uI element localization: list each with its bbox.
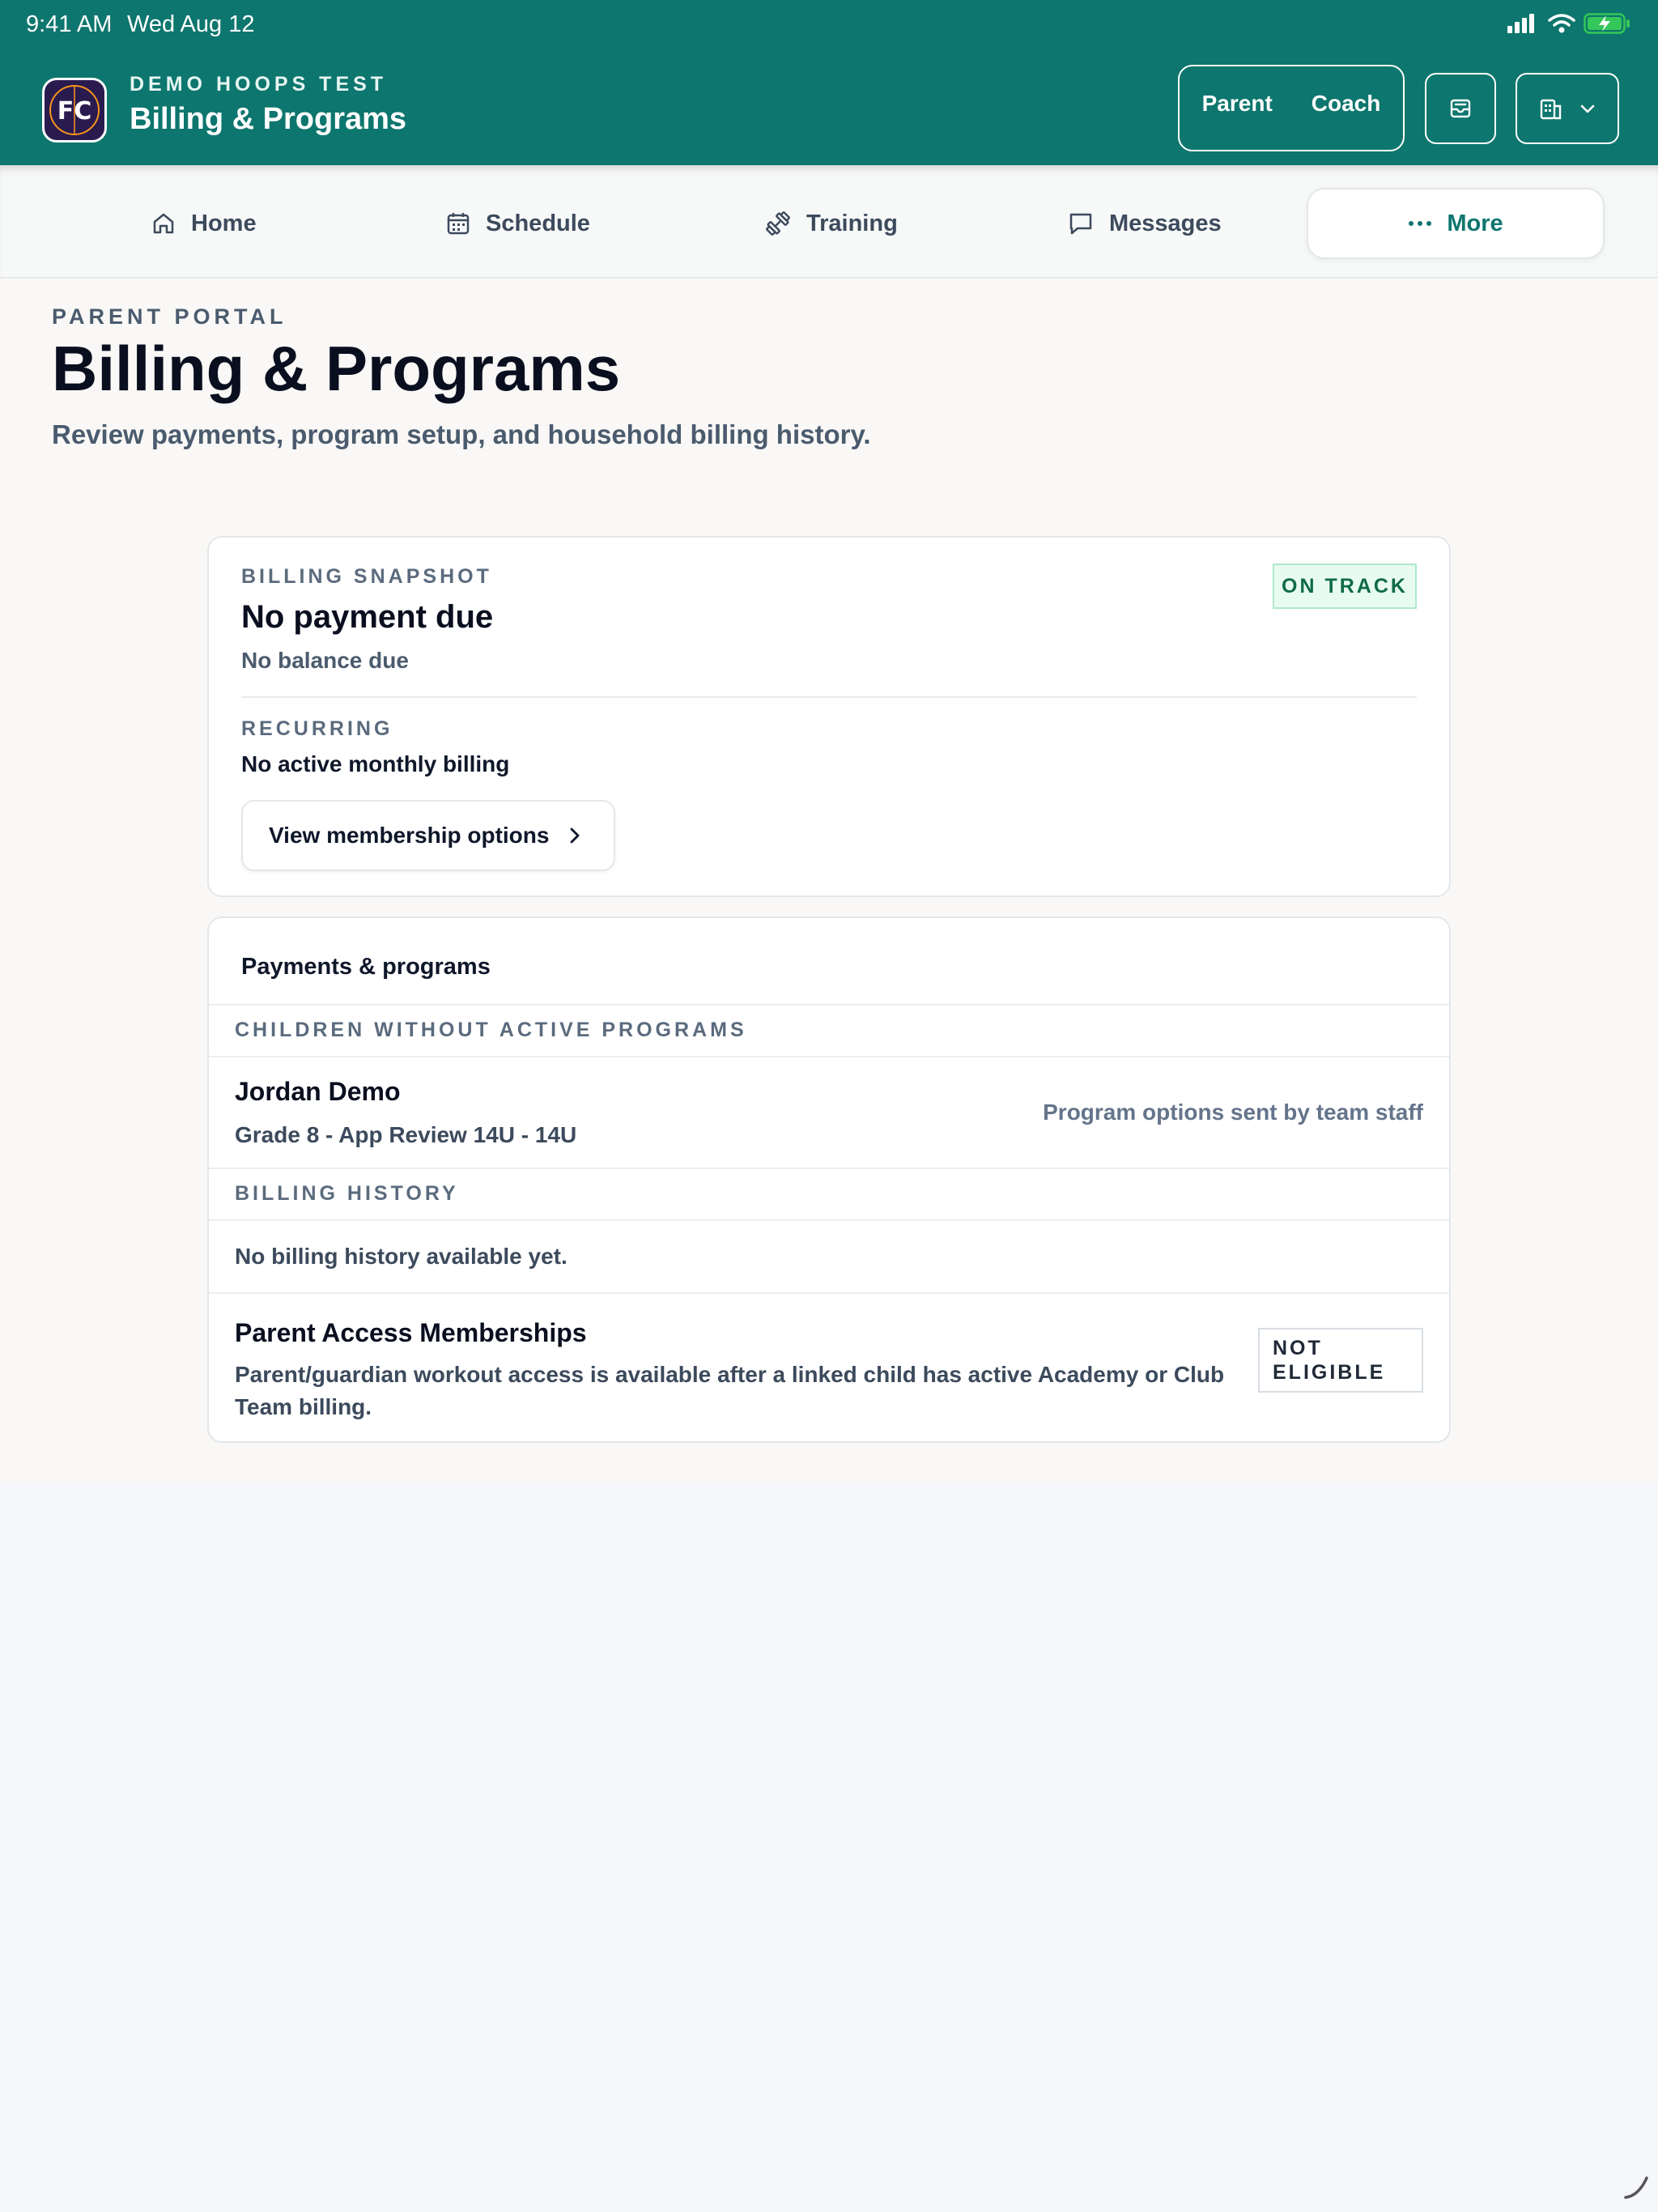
nav-item-more[interactable]: More bbox=[1307, 188, 1605, 259]
more-icon bbox=[1409, 221, 1432, 226]
nav-item-home-label: Home bbox=[191, 210, 257, 236]
recurring-label: RECURRING bbox=[241, 717, 393, 740]
wifi-icon bbox=[1548, 14, 1575, 33]
home-icon bbox=[153, 213, 174, 234]
billing-history-empty: No billing history available yet. bbox=[235, 1244, 568, 1269]
header-title: Billing & Programs bbox=[130, 102, 407, 136]
payments-programs-title: Payments & programs bbox=[241, 954, 491, 980]
recurring-value: No active monthly billing bbox=[241, 751, 510, 776]
row-divider bbox=[209, 1004, 1449, 1006]
page-eyebrow: PARENT PORTAL bbox=[52, 304, 287, 329]
inbox-icon bbox=[1450, 99, 1471, 118]
dumbbell-icon bbox=[766, 211, 790, 236]
row-divider bbox=[209, 1292, 1449, 1294]
view-membership-options-button[interactable]: View membership options bbox=[241, 800, 615, 871]
nav-item-home[interactable]: Home bbox=[151, 188, 257, 259]
club-logo-icon: FC bbox=[49, 85, 100, 135]
parent-memberships-title: Parent Access Memberships bbox=[235, 1318, 587, 1347]
role-parent-button[interactable]: Parent bbox=[1202, 91, 1273, 117]
nav-item-training[interactable]: Training bbox=[764, 188, 898, 259]
inbox-button[interactable] bbox=[1425, 73, 1496, 144]
child-program-note: Program options sent by team staff bbox=[1043, 1100, 1423, 1125]
building-icon bbox=[1540, 99, 1562, 120]
calendar-icon bbox=[447, 213, 470, 235]
children-without-programs-label: CHILDREN WITHOUT ACTIVE PROGRAMS bbox=[235, 1019, 747, 1041]
not-eligible-badge: NOT ELIGIBLE bbox=[1258, 1328, 1423, 1393]
view-membership-options-label: View membership options bbox=[269, 823, 550, 848]
resize-handle-icon bbox=[1624, 2176, 1648, 2199]
billing-snapshot-label: BILLING SNAPSHOT bbox=[241, 565, 492, 588]
row-divider bbox=[209, 1056, 1449, 1057]
nav-item-messages-label: Messages bbox=[1109, 210, 1222, 236]
main-navigation: Home Schedule Training Messages More bbox=[0, 165, 1658, 279]
child-program-detail: Grade 8 - App Review 14U - 14U bbox=[235, 1122, 577, 1147]
payment-due-heading: No payment due bbox=[241, 599, 494, 635]
role-switcher: Parent Coach bbox=[1178, 65, 1405, 151]
org-name: DEMO HOOPS TEST bbox=[130, 73, 388, 96]
row-divider bbox=[209, 1219, 1449, 1221]
on-track-badge: ON TRACK bbox=[1273, 564, 1417, 609]
row-divider bbox=[209, 1168, 1449, 1169]
status-date: Wed Aug 12 bbox=[127, 11, 255, 37]
battery-charging-icon bbox=[1584, 13, 1630, 34]
payments-programs-card: Payments & programs CHILDREN WITHOUT ACT… bbox=[207, 917, 1451, 1443]
nav-item-schedule[interactable]: Schedule bbox=[445, 188, 590, 259]
nav-item-training-label: Training bbox=[806, 210, 898, 236]
organization-switcher[interactable] bbox=[1516, 73, 1619, 144]
billing-snapshot-card: BILLING SNAPSHOT ON TRACK No payment due… bbox=[207, 536, 1451, 897]
nav-item-messages[interactable]: Messages bbox=[1067, 188, 1222, 259]
status-icons bbox=[1507, 13, 1630, 34]
page-title: Billing & Programs bbox=[52, 333, 621, 404]
message-icon bbox=[1069, 213, 1092, 235]
svg-text:FC: FC bbox=[57, 97, 92, 125]
chevron-down-icon bbox=[1580, 104, 1595, 113]
status-time: 9:41 AM bbox=[26, 11, 113, 37]
parent-memberships-description: Parent/guardian workout access is availa… bbox=[235, 1362, 1225, 1419]
cellular-signal-icon bbox=[1507, 14, 1534, 33]
nav-item-more-label: More bbox=[1447, 210, 1503, 236]
nav-item-schedule-label: Schedule bbox=[486, 210, 590, 236]
billing-history-label: BILLING HISTORY bbox=[235, 1182, 459, 1205]
snapshot-divider bbox=[241, 696, 1417, 698]
role-coach-button[interactable]: Coach bbox=[1312, 91, 1381, 117]
child-name: Jordan Demo bbox=[235, 1077, 401, 1106]
club-logo: FC bbox=[42, 78, 107, 143]
balance-status: No balance due bbox=[241, 648, 409, 673]
app-header: 9:41 AM Wed Aug 12 FC DEMO HOOPS TEST Bi… bbox=[0, 0, 1658, 165]
chevron-right-icon bbox=[571, 827, 580, 844]
page-subtitle: Review payments, program setup, and hous… bbox=[52, 419, 871, 449]
